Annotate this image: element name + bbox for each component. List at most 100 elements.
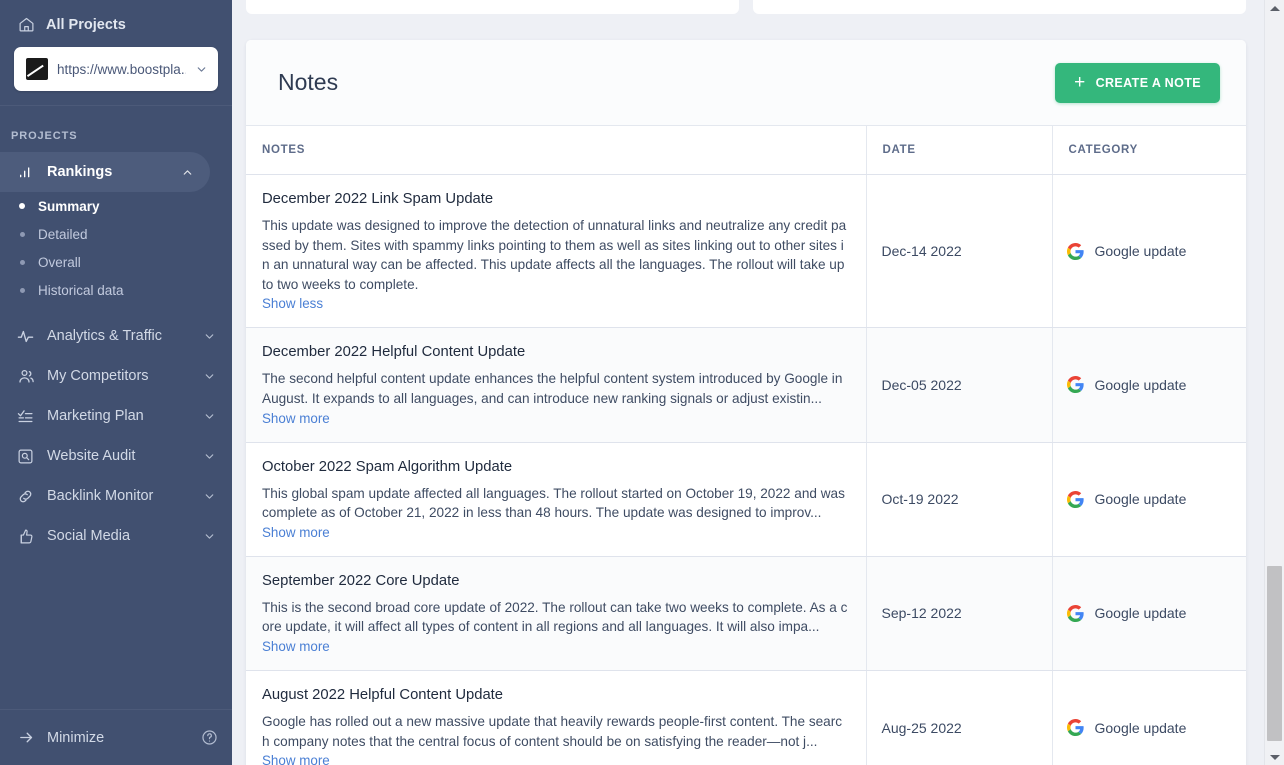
show-toggle-link[interactable]: Show more [262, 753, 330, 765]
sidebar-item-rankings[interactable]: Rankings [0, 152, 210, 192]
sidebar-item-marketing-plan[interactable]: Marketing Plan [0, 396, 232, 436]
table-row: October 2022 Spam Algorithm Update This … [246, 442, 1246, 557]
note-date: Aug-25 2022 [865, 670, 1052, 765]
plus-icon: + [1074, 72, 1086, 93]
note-cell: December 2022 Link Spam Update This upda… [246, 174, 866, 329]
note-category-label: Google update [1094, 605, 1187, 622]
sidebar-section-label: PROJECTS [11, 130, 78, 142]
chevron-up-icon [181, 166, 194, 179]
table-row: August 2022 Helpful Content Update Googl… [246, 670, 1246, 765]
scroll-up-arrow[interactable] [1265, 0, 1284, 16]
sidebar-item-analytics-traffic[interactable]: Analytics & Traffic [0, 316, 232, 356]
main-content: Notes + CREATE A NOTE NOTES DATE CATEGOR… [232, 0, 1284, 765]
show-toggle-link[interactable]: Show more [262, 639, 330, 654]
bullet-icon [20, 231, 25, 237]
project-url-label: https://www.boostpla... [57, 61, 186, 77]
note-title: December 2022 Helpful Content Update [262, 344, 526, 361]
help-circle-icon[interactable] [201, 729, 218, 746]
project-thumbnail-icon [26, 58, 48, 80]
sidebar-subitem-detailed[interactable]: Detailed [0, 220, 232, 248]
magnifier-box-icon [16, 448, 35, 465]
note-cell: August 2022 Helpful Content Update Googl… [246, 670, 866, 765]
note-body: This is the second broad core update of … [262, 599, 848, 635]
table-header-row: NOTES DATE CATEGORY [246, 125, 1246, 175]
link-icon [16, 488, 35, 505]
sidebar-item-label: Marketing Plan [47, 408, 144, 424]
chevron-down-icon [203, 330, 216, 343]
note-date: Sep-12 2022 [865, 556, 1052, 671]
note-title: September 2022 Core Update [262, 572, 460, 589]
project-selector[interactable]: https://www.boostpla... [14, 47, 218, 91]
scrollbar-thumb[interactable] [1267, 566, 1282, 741]
column-header-date[interactable]: DATE [865, 125, 1052, 175]
table-row: December 2022 Helpful Content Update The… [246, 327, 1246, 443]
all-projects-link[interactable]: All Projects [0, 0, 232, 47]
note-body: This global spam update affected all lan… [262, 485, 845, 521]
sidebar-item-label: Analytics & Traffic [47, 328, 162, 344]
page-scrollbar[interactable] [1264, 0, 1284, 765]
sidebar-subitem-label: Historical data [38, 282, 124, 298]
sidebar-item-label: My Competitors [47, 368, 149, 384]
sidebar-footer: Minimize [0, 709, 232, 765]
home-icon [18, 16, 35, 33]
show-toggle-link[interactable]: Show less [262, 296, 323, 311]
users-icon [16, 367, 35, 385]
table-row: September 2022 Core Update This is the s… [246, 556, 1246, 671]
note-title: August 2022 Helpful Content Update [262, 686, 504, 703]
app-root: All Projects https://www.boostpla... PRO… [0, 0, 1284, 765]
thumbs-up-icon [16, 528, 35, 545]
note-cell: September 2022 Core Update This is the s… [246, 556, 866, 671]
sidebar-subitem-label: Summary [38, 198, 100, 214]
notes-panel-header: Notes + CREATE A NOTE [246, 40, 1246, 125]
note-category-cell: Google update [1051, 174, 1246, 329]
google-icon [1066, 719, 1084, 737]
arrow-right-icon[interactable] [18, 729, 35, 746]
create-a-note-button[interactable]: + CREATE A NOTE [1055, 62, 1220, 103]
google-icon [1066, 242, 1084, 260]
all-projects-label: All Projects [46, 16, 126, 33]
sidebar-item-social-media[interactable]: Social Media [0, 516, 232, 556]
show-toggle-link[interactable]: Show more [262, 411, 330, 426]
show-toggle-link[interactable]: Show more [262, 525, 330, 540]
sidebar-item-website-audit[interactable]: Website Audit [0, 436, 232, 476]
note-category-cell: Google update [1051, 442, 1246, 557]
sidebar-subitem-overall[interactable]: Overall [0, 248, 232, 276]
sidebar-subitem-label: Overall [38, 254, 81, 270]
checklist-icon [16, 408, 35, 425]
note-title: December 2022 Link Spam Update [262, 191, 494, 207]
sidebar-subitem-historical-data[interactable]: Historical data [0, 276, 232, 304]
scroll-down-arrow[interactable] [1265, 749, 1284, 765]
partial-cards-row [232, 0, 1284, 14]
note-body: This update was designed to improve the … [262, 218, 847, 292]
google-icon [1066, 604, 1084, 622]
column-header-category[interactable]: CATEGORY [1051, 125, 1246, 175]
sidebar: All Projects https://www.boostpla... PRO… [0, 0, 232, 765]
note-category-label: Google update [1094, 376, 1187, 393]
google-icon [1066, 490, 1084, 508]
note-date: Dec-14 2022 [865, 174, 1052, 329]
chevron-down-icon [195, 63, 208, 76]
bullet-icon [20, 287, 25, 293]
note-body: The second helpful content update enhanc… [262, 371, 843, 406]
chevron-down-icon [203, 450, 216, 463]
sidebar-item-backlink-monitor[interactable]: Backlink Monitor [0, 476, 232, 516]
note-category-cell: Google update [1051, 556, 1246, 671]
note-body: Google has rolled out a new massive upda… [262, 713, 843, 749]
google-icon [1066, 376, 1084, 394]
note-category-label: Google update [1094, 719, 1187, 736]
sidebar-top: All Projects https://www.boostpla... [0, 0, 232, 106]
sidebar-item-my-competitors[interactable]: My Competitors [0, 356, 232, 396]
sidebar-item-label: Social Media [47, 528, 131, 544]
note-date: Dec-05 2022 [865, 327, 1052, 443]
notes-table: NOTES DATE CATEGORY December 2022 Link S… [246, 125, 1246, 765]
column-header-notes[interactable]: NOTES [246, 125, 866, 175]
notes-table-body: December 2022 Link Spam Update This upda… [246, 174, 1246, 765]
note-category-cell: Google update [1051, 327, 1246, 443]
sidebar-subitem-label: Detailed [38, 226, 88, 242]
sidebar-subitem-summary[interactable]: Summary [0, 192, 232, 220]
chevron-down-icon [203, 410, 216, 423]
pulse-icon [16, 328, 35, 345]
note-category-label: Google update [1094, 243, 1187, 260]
minimize-button-label[interactable]: Minimize [47, 730, 189, 746]
table-row: December 2022 Link Spam Update This upda… [246, 174, 1246, 329]
